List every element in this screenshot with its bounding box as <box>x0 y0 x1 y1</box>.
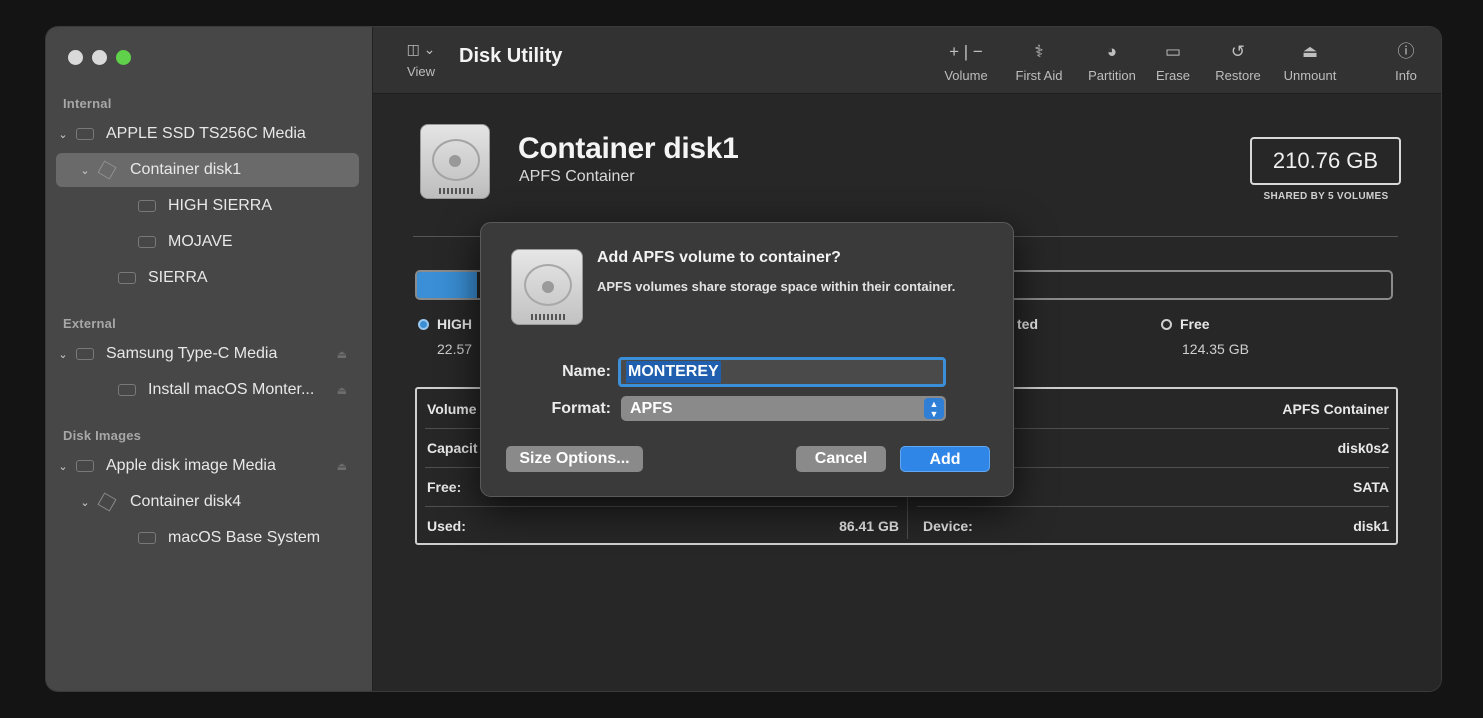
volume-button[interactable]: + | − Volume <box>933 41 999 83</box>
volume-icon <box>118 272 136 284</box>
eject-icon[interactable]: ⏏ <box>337 348 347 361</box>
sidebar-item-label: SIERRA <box>148 269 208 286</box>
chevron-down-icon[interactable]: ⌄ <box>78 164 92 177</box>
sidebar-item-label: Container disk1 <box>130 161 242 178</box>
eraser-icon: ▭ <box>1164 42 1182 61</box>
zoom-window-button[interactable] <box>116 50 131 65</box>
volume-icon <box>118 384 136 396</box>
disk-image-icon <box>76 460 94 472</box>
external-disk-icon <box>76 348 94 360</box>
internal-disk-icon <box>76 128 94 140</box>
sidebar-item-sierra[interactable]: SIERRA <box>56 261 359 295</box>
container-title: Container disk1 <box>518 132 739 165</box>
window-controls <box>68 50 131 65</box>
sidebar-item-high-sierra[interactable]: HIGH SIERRA <box>56 189 359 223</box>
container-size: 210.76 GB <box>1250 137 1401 185</box>
container-subtitle: APFS Container <box>519 168 635 185</box>
first-aid-button[interactable]: ⚕ First Aid <box>1009 41 1069 83</box>
format-select[interactable]: APFS ▲ ▼ <box>621 396 946 421</box>
sidebar-item-label: macOS Base System <box>168 529 321 546</box>
dialog-message: APFS volumes share storage space within … <box>597 279 956 294</box>
sidebar-section-disk-images: Disk Images <box>63 428 142 443</box>
size-options-button[interactable]: Size Options... <box>506 446 643 472</box>
format-value: APFS <box>630 400 673 417</box>
info-icon: ⓘ <box>1397 42 1415 61</box>
disk-icon <box>511 249 583 325</box>
chevron-down-icon[interactable]: ⌄ <box>78 496 92 509</box>
sidebar-item-label: Container disk4 <box>130 493 242 510</box>
sidebar-item-apple-ssd[interactable]: ⌄ APPLE SSD TS256C Media <box>56 117 359 151</box>
unmount-icon: ⏏ <box>1301 42 1319 61</box>
info-row: Device: disk1 <box>923 517 1389 534</box>
view-label: View <box>407 64 435 79</box>
volume-icon <box>138 532 156 544</box>
chevron-down-icon[interactable]: ⌄ <box>56 460 70 473</box>
sidebar-item-mojave[interactable]: MOJAVE <box>56 225 359 259</box>
volume-name-input[interactable] <box>618 357 946 387</box>
close-window-button[interactable] <box>68 50 83 65</box>
partition-button[interactable]: ◕ Partition <box>1082 41 1142 83</box>
volume-icon <box>138 200 156 212</box>
sidebar-item-label: Apple disk image Media <box>106 457 276 474</box>
dialog-title: Add APFS volume to container? <box>597 249 841 266</box>
sidebar-item-install-macos[interactable]: Install macOS Monter... ⏏ <box>56 373 359 407</box>
sidebar-item-label: Samsung Type-C Media <box>106 345 278 362</box>
volume-icon <box>138 236 156 248</box>
erase-button[interactable]: ▭ Erase <box>1153 41 1193 83</box>
chevron-down-icon[interactable]: ⌄ <box>56 348 70 361</box>
info-row: Used: 86.41 GB <box>427 517 899 534</box>
format-label: Format: <box>551 400 611 417</box>
legend-swatch <box>418 318 429 330</box>
restore-button[interactable]: ↺ Restore <box>1212 41 1264 83</box>
sidebar-item-apple-disk-image[interactable]: ⌄ Apple disk image Media ⏏ <box>56 449 359 483</box>
view-button[interactable]: ◫ ⌄ View <box>399 41 443 79</box>
info-button[interactable]: ⓘ Info <box>1391 41 1421 83</box>
container-icon <box>97 492 117 512</box>
legend-swatch <box>1161 318 1172 330</box>
eject-icon[interactable]: ⏏ <box>337 384 347 397</box>
chevron-down-icon[interactable]: ⌄ <box>56 128 70 141</box>
sidebar-item-container-disk1[interactable]: ⌄ Container disk1 <box>56 153 359 187</box>
sidebar-section-external: External <box>63 316 116 331</box>
sidebar-item-samsung[interactable]: ⌄ Samsung Type-C Media ⏏ <box>56 337 359 371</box>
window-title: Disk Utility <box>459 45 563 67</box>
pie-icon: ◕ <box>1106 42 1118 61</box>
legend-high-sierra: HIGH <box>418 316 472 332</box>
stethoscope-icon: ⚕ <box>1034 42 1044 61</box>
sidebar-item-macos-base-system[interactable]: macOS Base System <box>56 521 359 555</box>
sidebar-item-label: MOJAVE <box>168 233 233 250</box>
eject-icon[interactable]: ⏏ <box>337 460 347 473</box>
container-icon <box>97 160 117 180</box>
legend-allocated: ted <box>1017 316 1038 332</box>
restore-icon: ↺ <box>1230 42 1246 61</box>
add-volume-dialog: Add APFS volume to container? APFS volum… <box>480 222 1014 497</box>
sidebar-item-label: HIGH SIERRA <box>168 197 273 214</box>
add-button[interactable]: Add <box>900 446 990 472</box>
sidebar-item-label: APPLE SSD TS256C Media <box>106 125 306 142</box>
unmount-button[interactable]: ⏏ Unmount <box>1279 41 1341 83</box>
container-size-note: SHARED BY 5 VOLUMES <box>1263 191 1389 202</box>
container-disk-icon <box>420 124 490 199</box>
usage-segment-high-sierra <box>417 272 478 298</box>
legend-value-high-sierra: 22.57 <box>437 341 473 357</box>
sidebar-item-label: Install macOS Monter... <box>148 381 315 398</box>
toolbar: ◫ ⌄ View Disk Utility + | − Volume ⚕ Fir… <box>373 27 1441 94</box>
sidebar-toggle-icon: ◫ ⌄ <box>406 41 436 57</box>
name-label: Name: <box>562 363 611 380</box>
legend-value-free: 124.35 GB <box>1182 341 1249 357</box>
legend-free: Free <box>1161 316 1210 332</box>
plus-minus-icon: + | − <box>949 42 983 61</box>
cancel-button[interactable]: Cancel <box>796 446 886 472</box>
minimize-window-button[interactable] <box>92 50 107 65</box>
sidebar: Internal ⌄ APPLE SSD TS256C Media ⌄ Cont… <box>46 27 373 691</box>
sidebar-item-container-disk4[interactable]: ⌄ Container disk4 <box>56 485 359 519</box>
chevron-up-down-icon: ▲ ▼ <box>924 398 944 419</box>
sidebar-section-internal: Internal <box>63 96 112 111</box>
